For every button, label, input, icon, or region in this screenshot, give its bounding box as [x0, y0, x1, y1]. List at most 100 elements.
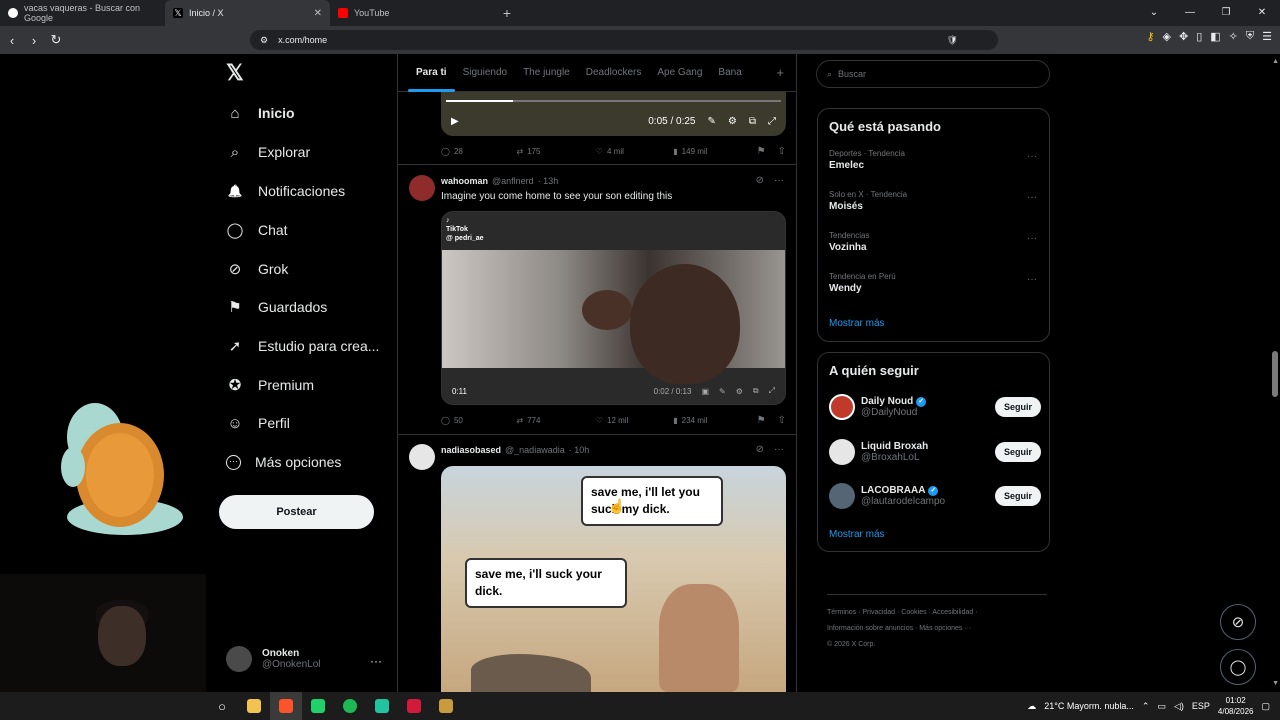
gif-icon[interactable]: ▣ [701, 387, 709, 396]
scroll-up-icon[interactable]: ▲ [1272, 58, 1279, 65]
show-more-link[interactable]: Mostrar más [829, 318, 885, 329]
grok-icon[interactable]: ⊘ [756, 444, 764, 455]
x-logo-icon[interactable]: 𝕏 [226, 60, 244, 86]
tab-bana[interactable]: Bana [710, 54, 749, 92]
language-indicator[interactable]: ESP [1192, 701, 1210, 711]
app-teal-icon[interactable] [366, 692, 398, 720]
leo-ai-icon[interactable]: ✧ [1229, 30, 1238, 43]
trend-item[interactable]: Tendencias Vozinha [829, 231, 869, 253]
notifications-icon[interactable]: ▢ [1261, 701, 1270, 712]
league-icon[interactable] [430, 692, 462, 720]
tab-for-you[interactable]: Para ti [408, 54, 455, 92]
scroll-down-icon[interactable]: ▼ [1272, 680, 1279, 687]
repost-button[interactable]: ⇄ 774 [516, 416, 595, 425]
weather-text[interactable]: 21°C Mayorm. nubla... [1044, 701, 1134, 711]
tray-chevron-icon[interactable]: ⌃ [1142, 701, 1150, 712]
volume-icon[interactable]: ◁) [1174, 701, 1184, 712]
trend-item[interactable]: Solo en X · Tendencia Moisés [829, 190, 907, 212]
post-author-handle[interactable]: @anflnerd [492, 176, 534, 186]
follow-suggestion[interactable]: Daily Noud ✓ @DailyNoud Seguir [829, 392, 1041, 422]
footer-line[interactable]: Información sobre anuncios · Más opcione… [827, 621, 1047, 637]
search-input[interactable]: ⌕ Buscar [816, 60, 1050, 88]
mute-icon[interactable]: ✎ [708, 116, 716, 127]
fullscreen-icon[interactable]: ⤢ [769, 386, 775, 396]
follow-button[interactable]: Seguir [994, 397, 1041, 417]
pip-icon[interactable]: ⧉ [749, 116, 756, 127]
wallet-icon[interactable]: ◈ [1163, 30, 1171, 43]
tab-following[interactable]: Siguiendo [455, 54, 515, 92]
brave-shield-icon[interactable]: 🛡 [947, 35, 958, 46]
avatar[interactable] [409, 444, 435, 470]
tab-list-icon[interactable]: ⌄ [1136, 0, 1172, 26]
more-icon[interactable]: ··· [774, 444, 784, 455]
mute-icon[interactable]: ✎ [719, 387, 726, 396]
app-red-x-icon[interactable] [398, 692, 430, 720]
follow-button[interactable]: Seguir [994, 486, 1041, 506]
show-more-link[interactable]: Mostrar más [829, 529, 885, 540]
search-taskbar-icon[interactable]: ○ [206, 692, 238, 720]
browser-tab-x[interactable]: 𝕏 Inicio / X ✕ [165, 0, 330, 26]
reload-icon[interactable]: ↻ [46, 32, 66, 48]
settings-icon[interactable]: ⚙ [736, 387, 743, 396]
settings-icon[interactable]: ⚙ [728, 116, 737, 127]
post-button[interactable]: Postear [219, 495, 374, 529]
shield-icon[interactable]: ⛨ [1246, 30, 1254, 43]
trend-more-icon[interactable]: ··· [1027, 151, 1037, 162]
restore-icon[interactable]: ❐ [1208, 0, 1244, 26]
share-icon[interactable]: ⇧ [778, 146, 786, 157]
repost-button[interactable]: ⇄ 175 [516, 147, 595, 156]
minimize-icon[interactable]: — [1172, 0, 1208, 26]
weather-icon[interactable]: ☁ [1027, 701, 1036, 712]
sidebar-item-creator-studio[interactable]: ➚ Estudio para crea... [226, 331, 380, 361]
sidebar-item-premium[interactable]: ✪ Premium [226, 370, 314, 400]
browser-tab-google[interactable]: vacas vaqueras - Buscar con Google [0, 0, 165, 26]
forward-icon[interactable]: › [24, 33, 44, 48]
like-button[interactable]: ♡ 12 mil [596, 416, 673, 425]
views-button[interactable]: ▮ 149 mil [673, 147, 756, 156]
close-window-icon[interactable]: ✕ [1244, 0, 1280, 26]
footer-line[interactable]: Términos · Privacidad · Cookies · Accesi… [827, 605, 1047, 621]
share-icon[interactable]: ⇧ [778, 415, 786, 426]
back-icon[interactable]: ‹ [2, 33, 22, 48]
trend-item[interactable]: Deportes · Tendencia Emelec [829, 149, 905, 171]
sidebar-item-grok[interactable]: ⊘ Grok [226, 254, 289, 284]
like-button[interactable]: ♡ 4 mil [596, 147, 673, 156]
site-info-icon[interactable]: ⚙ [260, 35, 268, 46]
fullscreen-icon[interactable]: ⤢ [768, 116, 776, 127]
tab-deadlockers[interactable]: Deadlockers [578, 54, 650, 92]
trend-more-icon[interactable]: ··· [1027, 233, 1037, 244]
sidebar-item-home[interactable]: ⌂ Inicio [226, 98, 294, 128]
app-green-icon[interactable] [302, 692, 334, 720]
clock[interactable]: 01:02 4/08/2026 [1218, 695, 1254, 717]
follow-suggestion[interactable]: Liquid Broxah @BroxahLoL Seguir [829, 437, 1041, 467]
brave-browser-icon[interactable] [270, 692, 302, 720]
network-icon[interactable]: ▭ [1157, 701, 1166, 712]
account-more-icon[interactable]: ··· [370, 654, 382, 668]
new-tab-button[interactable]: + [495, 0, 519, 26]
file-explorer-icon[interactable] [238, 692, 270, 720]
reply-button[interactable]: ◯ 50 [441, 416, 516, 425]
post-author-name[interactable]: nadiasobased [441, 445, 501, 455]
sidebar-toggle-icon[interactable]: ▯ [1196, 30, 1202, 43]
video-player[interactable]: ▶ 0:05 / 0:25 ✎ ⚙ ⧉ ⤢ [441, 92, 786, 136]
key-icon[interactable]: ⚷ [1146, 30, 1154, 43]
trend-more-icon[interactable]: ··· [1027, 192, 1037, 203]
url-field[interactable]: ⚙ x.com/home 🛡 [250, 30, 998, 50]
page-scrollbar[interactable] [1272, 351, 1278, 397]
follow-suggestion[interactable]: LACOBRAAA ✓ @lautarodelcampo Seguir [829, 481, 1041, 511]
sidebar-item-chat[interactable]: ◯ Chat [226, 215, 288, 245]
sidebar-item-more[interactable]: ⋯ Más opciones [226, 447, 341, 477]
account-switcher[interactable]: Onoken @OnokenLol [226, 646, 321, 672]
bookmark-icon[interactable]: ⚑ [757, 415, 766, 426]
trend-more-icon[interactable]: ··· [1027, 274, 1037, 285]
grok-icon[interactable]: ⊘ [756, 175, 764, 186]
close-tab-icon[interactable]: ✕ [314, 8, 322, 19]
tab-ape-gang[interactable]: Ape Gang [649, 54, 710, 92]
follow-button[interactable]: Seguir [994, 442, 1041, 462]
spotify-icon[interactable] [334, 692, 366, 720]
add-tab-icon[interactable]: + [776, 65, 784, 80]
more-icon[interactable]: ··· [774, 175, 784, 186]
menu-icon[interactable]: ☰ [1262, 30, 1272, 43]
sidebar-item-notifications[interactable]: 🔔 Notificaciones [226, 176, 346, 206]
messages-fab-icon[interactable]: ◯ [1220, 649, 1256, 685]
